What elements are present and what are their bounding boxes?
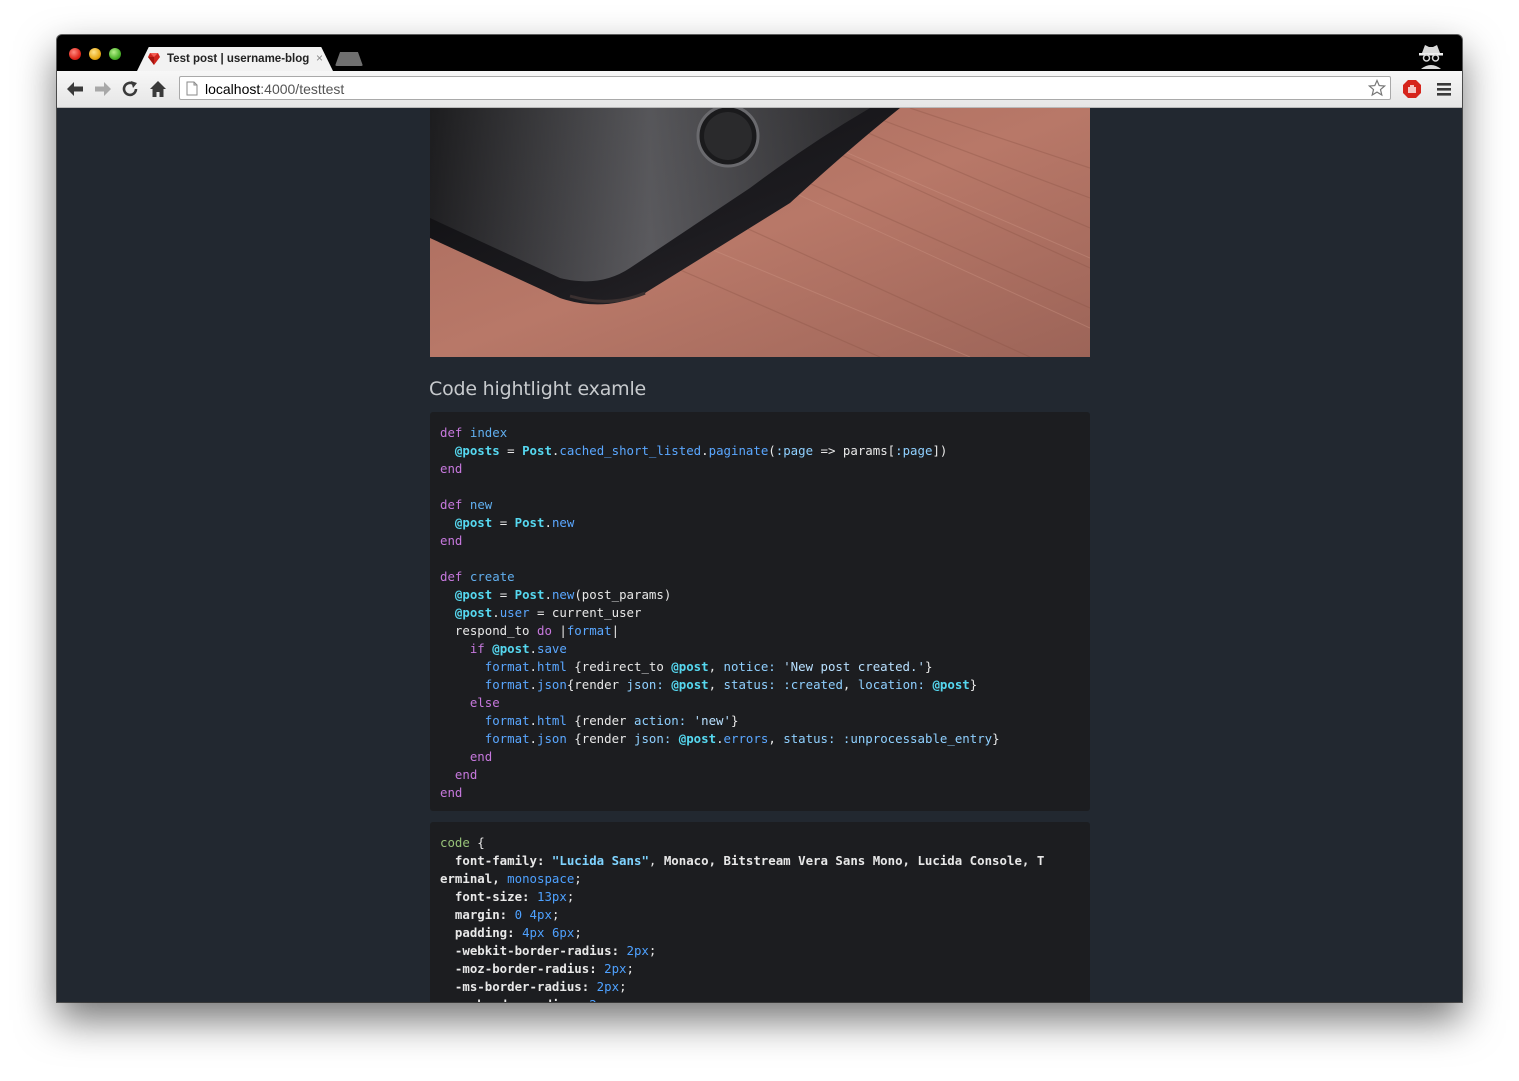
- ruby-favicon-icon: [148, 53, 160, 65]
- adblock-icon[interactable]: [1402, 79, 1422, 99]
- url-host: localhost: [205, 81, 261, 97]
- minimize-window-button[interactable]: [89, 48, 101, 60]
- post-hero-image: [430, 108, 1090, 357]
- code-line: end: [440, 533, 463, 548]
- url-path: :4000/testtest: [260, 81, 345, 97]
- code-line: @post = Post.new(post_params): [454, 587, 672, 602]
- code-line: def index: [440, 425, 508, 440]
- code-line: end: [469, 749, 493, 764]
- code-line: @post.user = current_user: [454, 605, 642, 620]
- code-line: end: [440, 785, 463, 800]
- home-button[interactable]: [148, 79, 168, 99]
- browser-window: Test post | username-blog × localhost:40…: [57, 35, 1462, 1002]
- home-icon: [150, 81, 166, 97]
- incognito-icon: [1419, 45, 1443, 69]
- code-line: font-family: "Lucida Sans", Monaco, Bits…: [454, 853, 1045, 868]
- forward-button[interactable]: [93, 79, 113, 99]
- code-line: format.json {render json: @post.errors, …: [484, 731, 1000, 746]
- close-window-button[interactable]: [69, 48, 81, 60]
- code-line: else: [469, 695, 500, 710]
- page-viewport[interactable]: Code hightlight examle def index @posts …: [57, 108, 1462, 1002]
- code-line: end: [454, 767, 478, 782]
- zoom-window-button[interactable]: [109, 48, 121, 60]
- ruby-code-block: def index @posts = Post.cached_short_lis…: [430, 412, 1090, 811]
- code-line: format.html {redirect_to @post, notice: …: [484, 659, 933, 674]
- back-button[interactable]: [65, 79, 85, 99]
- code-line: code {: [440, 835, 485, 850]
- forward-icon: [95, 82, 111, 96]
- code-line: format.json{render json: @post, status: …: [484, 677, 978, 692]
- menu-icon[interactable]: [1436, 81, 1452, 97]
- reload-icon: [122, 81, 138, 97]
- bookmark-star-icon[interactable]: [1368, 79, 1386, 97]
- tab-strip: Test post | username-blog ×: [57, 35, 1462, 71]
- back-icon: [67, 82, 83, 96]
- tab-content[interactable]: Test post | username-blog ×: [147, 47, 327, 71]
- code-line: format.html {render action: 'new'}: [484, 713, 739, 728]
- code-line: @posts = Post.cached_short_listed.pagina…: [454, 443, 948, 458]
- code-line: -o-border-radius: 2px;: [440, 997, 619, 1002]
- code-line: -moz-border-radius: 2px;: [454, 961, 634, 976]
- code-line: if @post.save: [469, 641, 567, 656]
- code-line: -webkit-border-radius: 2px;: [454, 943, 657, 958]
- address-bar[interactable]: localhost:4000/testtest: [179, 76, 1391, 100]
- code-line: respond_to do |format|: [440, 623, 620, 638]
- code-line: erminal, monospace;: [440, 871, 582, 886]
- code-line: padding: 4px 6px;: [454, 925, 582, 940]
- css-code-block: code { font-family: "Lucida Sans", Monac…: [430, 822, 1090, 1002]
- url-text[interactable]: localhost:4000/testtest: [205, 81, 344, 97]
- new-tab-button[interactable]: [335, 52, 363, 66]
- reload-button[interactable]: [120, 79, 140, 99]
- tab-close-icon[interactable]: ×: [316, 51, 323, 65]
- code-line: font-size: 13px;: [454, 889, 575, 904]
- code-line: end: [440, 461, 463, 476]
- code-line: margin: 0 4px;: [454, 907, 560, 922]
- code-line: def create: [440, 569, 515, 584]
- code-line: @post = Post.new: [454, 515, 575, 530]
- code-line: def new: [440, 497, 493, 512]
- tab-title: Test post | username-blog: [167, 53, 310, 65]
- page-icon: [186, 81, 198, 96]
- post-section-heading: Code hightlight examle: [429, 378, 647, 400]
- browser-toolbar: localhost:4000/testtest: [57, 71, 1462, 108]
- code-line: -ms-border-radius: 2px;: [454, 979, 627, 994]
